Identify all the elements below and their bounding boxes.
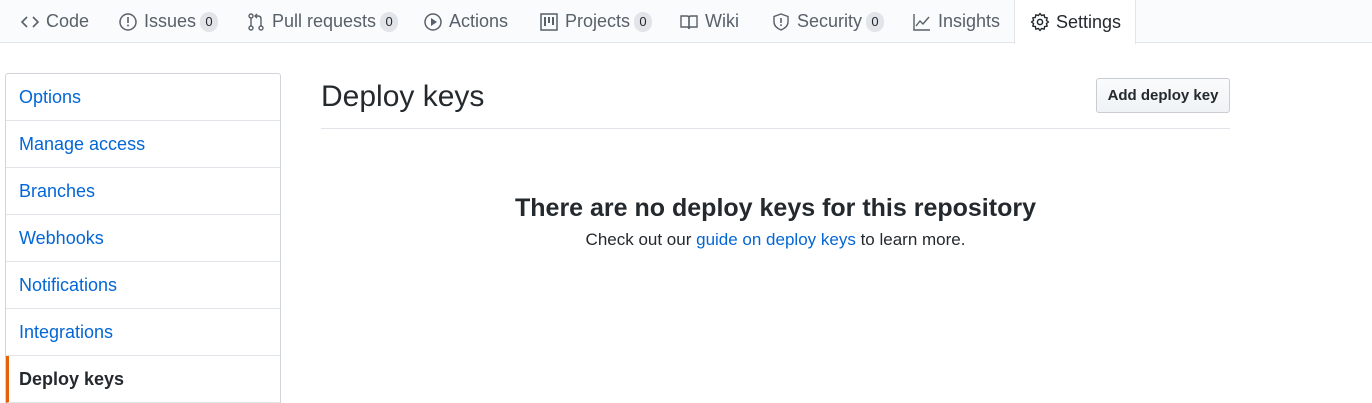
tab-projects[interactable]: Projects 0 (539, 0, 653, 43)
projects-count-badge: 0 (634, 11, 653, 32)
tab-pull-requests-label: Pull requests (272, 11, 377, 31)
tab-settings-label: Settings (1056, 11, 1122, 32)
blankslate-heading: There are no deploy keys for this reposi… (515, 194, 1036, 222)
tab-issues[interactable]: Issues 0 (118, 0, 219, 43)
blankslate-text-after: to learn more. (855, 230, 966, 249)
sidebar-item-label: Options (19, 86, 82, 107)
sidebar-item-manage-access[interactable]: Manage access (6, 121, 280, 168)
settings-sidebar: Options Manage access Branches Webhooks … (5, 73, 281, 403)
security-count-badge: 0 (866, 11, 885, 32)
blankslate-text: Check out our guide on deploy keys to le… (321, 230, 1230, 250)
tab-code[interactable]: Code (20, 0, 89, 43)
book-icon (679, 12, 699, 32)
sidebar-item-notifications[interactable]: Notifications (6, 262, 280, 309)
issue-icon (118, 12, 138, 32)
project-icon (539, 12, 559, 32)
play-icon (423, 12, 443, 32)
tab-settings[interactable]: Settings (1014, 0, 1137, 44)
tab-issues-label: Issues (144, 11, 197, 31)
blankslate-text-before: Check out our (585, 230, 697, 249)
tab-insights-label: Insights (938, 11, 1001, 31)
sidebar-item-options[interactable]: Options (6, 74, 280, 121)
sidebar-item-label: Webhooks (19, 227, 104, 248)
graph-icon (912, 12, 932, 32)
tab-security[interactable]: Security 0 (771, 0, 885, 43)
page-title: Deploy keys (321, 80, 485, 113)
gear-icon (1030, 12, 1050, 32)
sidebar-item-label: Deploy keys (19, 368, 125, 389)
tab-actions[interactable]: Actions (423, 0, 508, 43)
issues-count-badge: 0 (200, 11, 219, 32)
sidebar-item-branches[interactable]: Branches (6, 168, 280, 215)
pull-request-icon (246, 12, 266, 32)
sidebar-item-label: Branches (19, 180, 96, 201)
pull-requests-count-badge: 0 (380, 11, 399, 32)
tab-code-label: Code (46, 11, 90, 31)
header-divider (321, 128, 1230, 129)
add-deploy-key-button[interactable]: Add deploy key (1096, 78, 1230, 113)
tab-wiki[interactable]: Wiki (679, 0, 739, 43)
sidebar-item-label: Integrations (19, 321, 114, 342)
tab-security-label: Security (797, 11, 863, 31)
sidebar-item-deploy-keys[interactable]: Deploy keys (6, 356, 280, 403)
shield-icon (771, 12, 791, 32)
deploy-keys-guide-link[interactable]: guide on deploy keys (696, 230, 856, 249)
tab-actions-label: Actions (449, 11, 509, 31)
repo-tab-bar: Code Issues 0 Pull requests 0 Actions Pr… (0, 0, 1372, 44)
sidebar-item-label: Notifications (19, 274, 118, 295)
tab-wiki-label: Wiki (705, 11, 739, 31)
tab-insights[interactable]: Insights (912, 0, 1000, 43)
code-icon (20, 12, 40, 32)
sidebar-item-webhooks[interactable]: Webhooks (6, 215, 280, 262)
tab-pull-requests[interactable]: Pull requests 0 (246, 0, 399, 43)
sidebar-item-integrations[interactable]: Integrations (6, 309, 280, 356)
sidebar-item-label: Manage access (19, 133, 146, 154)
tab-projects-label: Projects (565, 11, 631, 31)
